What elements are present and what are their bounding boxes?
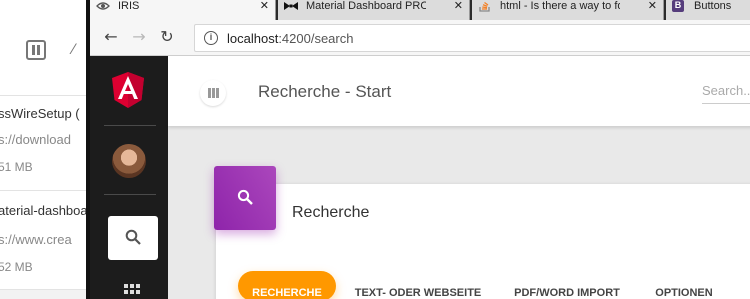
page-title: Recherche - Start — [258, 82, 392, 101]
tab-pdf-word-import[interactable]: PDF/WORD IMPORT — [504, 271, 630, 299]
top-navbar: Recherche - Start — [168, 56, 750, 126]
apps-icon[interactable] — [124, 284, 142, 299]
stackoverflow-icon — [478, 1, 492, 12]
search-input[interactable] — [702, 78, 750, 102]
back-icon[interactable]: ← — [102, 28, 120, 46]
card-title: Recherche — [292, 204, 370, 221]
tab-text-webseite[interactable]: TEXT- ODER WEBSEITE — [350, 271, 486, 299]
downloads-window: ⁄ ssWireSetup ( s://download 51 MB ateri… — [0, 0, 90, 299]
tab-iris[interactable]: IRIS ✕ — [90, 0, 276, 20]
download-url: s://download — [0, 132, 71, 147]
url-input[interactable]: i localhost:4200/search — [194, 24, 750, 52]
download-size: 51 MB — [0, 160, 33, 174]
sidebar-item-search[interactable] — [108, 216, 158, 260]
tab-buttons[interactable]: B Buttons — [666, 0, 750, 20]
divider — [0, 289, 90, 290]
tab-stackoverflow[interactable]: html - Is there a way to fo ✕ — [472, 0, 664, 20]
download-size: 52 MB — [0, 260, 33, 274]
sidebar — [90, 56, 168, 299]
more-icon[interactable]: ⁄ — [72, 42, 86, 58]
avatar[interactable] — [112, 144, 146, 178]
url-text[interactable]: localhost:4200/search — [227, 31, 353, 46]
download-item[interactable]: ssWireSetup ( s://download 51 MB — [0, 96, 90, 190]
reload-icon[interactable]: ↻ — [158, 28, 176, 46]
close-icon[interactable]: ✕ — [454, 0, 463, 12]
tab-recherche[interactable]: RECHERCHE — [238, 271, 336, 299]
close-icon[interactable]: ✕ — [648, 0, 657, 12]
download-item[interactable]: aterial-dashboa s://www.crea 52 MB — [0, 191, 90, 289]
app-viewport: Recherche - Start Recherche RECHERCHE TE… — [90, 56, 750, 299]
angular-logo-icon[interactable] — [112, 72, 144, 108]
divider — [104, 125, 156, 126]
sidebar-toggle-button[interactable] — [200, 80, 226, 106]
download-name[interactable]: ssWireSetup ( — [0, 106, 80, 121]
browser-window: IRIS ✕ Material Dashboard PRO ✕ html - I… — [86, 0, 750, 299]
forward-icon[interactable]: → — [130, 28, 148, 46]
address-bar: ← → ↻ i localhost:4200/search — [90, 20, 750, 56]
bowtie-icon — [284, 1, 298, 12]
search-icon — [125, 229, 141, 245]
divider — [104, 194, 156, 195]
card-tabs: RECHERCHE TEXT- ODER WEBSEITE PDF/WORD I… — [226, 271, 750, 299]
card-header-icon — [214, 166, 276, 230]
eye-icon — [96, 1, 110, 12]
download-url: s://www.crea — [0, 232, 72, 247]
tab-optionen[interactable]: OPTIONEN — [646, 271, 722, 299]
bootstrap-icon: B — [672, 0, 684, 12]
tab-strip: IRIS ✕ Material Dashboard PRO ✕ html - I… — [90, 0, 750, 20]
tab-material-dashboard[interactable]: Material Dashboard PRO ✕ — [278, 0, 470, 20]
close-icon[interactable]: ✕ — [260, 0, 269, 12]
search-icon — [237, 189, 253, 205]
downloads-toolbar: ⁄ — [0, 0, 90, 95]
search-field[interactable] — [702, 78, 750, 104]
download-name[interactable]: aterial-dashboa — [0, 203, 88, 218]
pause-icon[interactable] — [26, 40, 46, 60]
info-icon[interactable]: i — [204, 31, 218, 45]
